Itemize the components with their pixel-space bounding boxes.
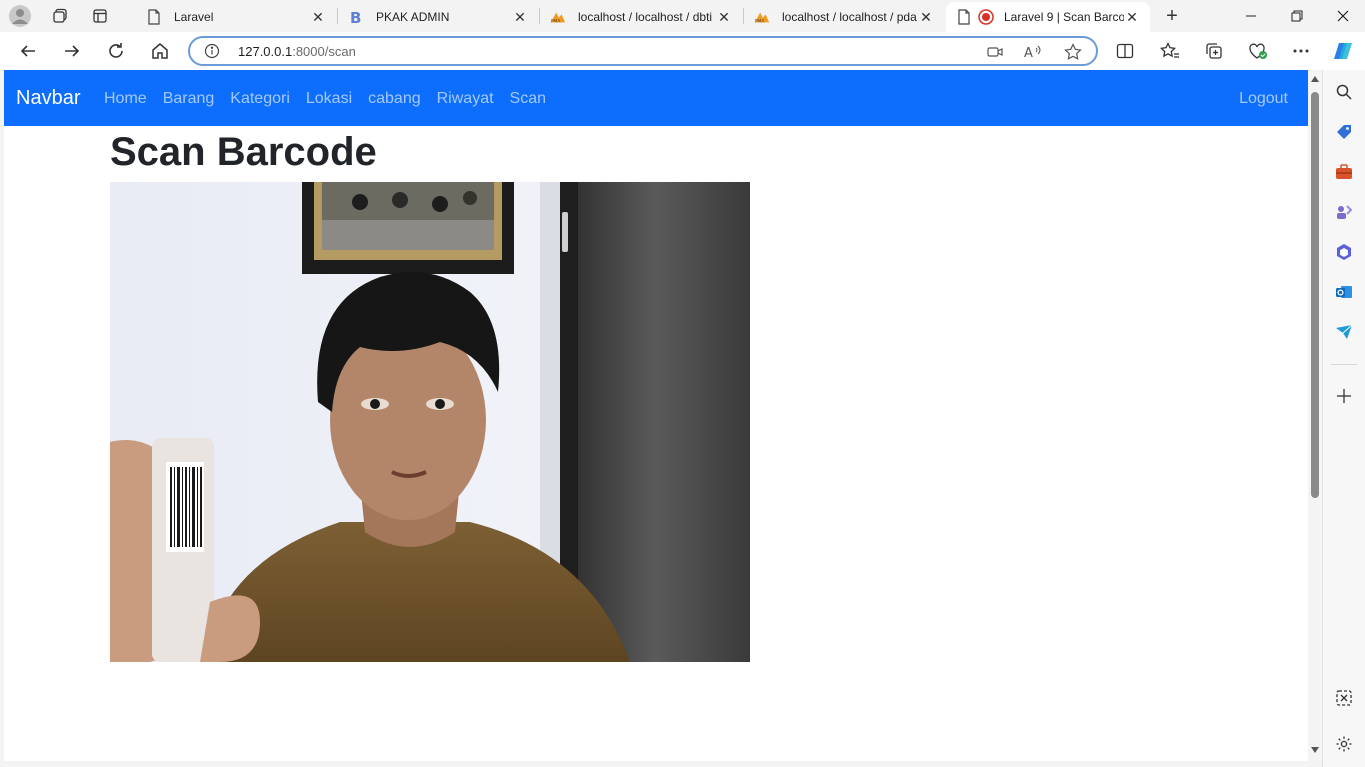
- screenshot-icon[interactable]: [1334, 688, 1354, 708]
- workspaces-icon[interactable]: [40, 0, 80, 32]
- new-tab-icon[interactable]: +: [1160, 4, 1184, 28]
- close-tab-icon[interactable]: ✕: [918, 9, 934, 25]
- url-text[interactable]: 127.0.0.1:8000/scan: [238, 44, 356, 59]
- copilot-icon[interactable]: [1331, 39, 1355, 63]
- reload-icon[interactable]: [102, 37, 130, 65]
- nav-link-kategori[interactable]: Kategori: [230, 89, 290, 109]
- tab-title: localhost / localhost / dbti: [578, 10, 713, 24]
- tab-title: localhost / localhost / pda: [782, 10, 917, 24]
- tab-title: Laravel 9 | Scan Barco: [1004, 10, 1124, 24]
- scroll-up-icon[interactable]: [1311, 76, 1319, 82]
- nav-link-scan[interactable]: Scan: [510, 89, 546, 109]
- nav-link-cabang[interactable]: cabang: [368, 89, 421, 109]
- nav-link-lokasi[interactable]: Lokasi: [306, 89, 352, 109]
- close-tab-icon[interactable]: ✕: [1124, 9, 1140, 25]
- browser-toolbar: 127.0.0.1:8000/scan A: [0, 32, 1365, 70]
- read-aloud-icon[interactable]: A: [1024, 43, 1042, 61]
- tab-title: Laravel: [174, 10, 214, 24]
- phpmyadmin-icon: PMA: [754, 9, 770, 25]
- microsoft-365-icon[interactable]: [1334, 242, 1354, 262]
- svg-text:A: A: [1024, 46, 1033, 59]
- close-tab-icon[interactable]: ✕: [716, 9, 732, 25]
- scroll-down-icon[interactable]: [1311, 747, 1319, 753]
- home-icon[interactable]: [146, 37, 174, 65]
- close-tab-icon[interactable]: ✕: [512, 9, 528, 25]
- back-icon[interactable]: [14, 37, 42, 65]
- navbar-brand[interactable]: Navbar: [16, 87, 80, 110]
- split-screen-icon[interactable]: [1113, 39, 1137, 63]
- shopping-tag-icon[interactable]: [1334, 122, 1354, 142]
- tab-5-active[interactable]: Laravel 9 | Scan Barco ✕: [946, 2, 1150, 32]
- tab-2[interactable]: B PKAK ADMIN ✕: [338, 2, 538, 32]
- nav-link-riwayat[interactable]: Riwayat: [437, 89, 494, 109]
- page-viewport: Navbar Home Barang Kategori Lokasi caban…: [4, 70, 1308, 761]
- bootstrap-b-icon: B: [348, 9, 364, 25]
- minimize-icon[interactable]: [1228, 0, 1274, 32]
- page-icon: [146, 9, 162, 25]
- nav-link-barang[interactable]: Barang: [163, 89, 215, 109]
- tab-1[interactable]: Laravel ✕: [136, 2, 336, 32]
- close-tab-icon[interactable]: ✕: [310, 9, 326, 25]
- svg-text:PMA: PMA: [551, 18, 561, 24]
- tab-strip: Laravel ✕ B PKAK ADMIN ✕ PMA localhost /…: [0, 0, 1365, 32]
- webcam-frame: [110, 182, 750, 662]
- nav-links: Home Barang Kategori Lokasi cabang Riway…: [104, 89, 562, 109]
- webcam-preview: [110, 182, 750, 662]
- outlook-icon[interactable]: [1334, 282, 1354, 302]
- page-scrollbar[interactable]: [1308, 70, 1322, 761]
- tools-briefcase-icon[interactable]: [1334, 162, 1354, 182]
- url-path: :8000/scan: [292, 44, 356, 59]
- tab-actions-icon[interactable]: [80, 0, 120, 32]
- phpmyadmin-icon: PMA: [550, 9, 566, 25]
- forward-icon[interactable]: [58, 37, 86, 65]
- svg-text:PMA: PMA: [755, 18, 765, 24]
- svg-text:B: B: [350, 9, 361, 25]
- nav-link-home[interactable]: Home: [104, 89, 147, 109]
- favorites-icon[interactable]: [1158, 39, 1182, 63]
- recording-icon: [978, 9, 994, 25]
- tab-3[interactable]: PMA localhost / localhost / dbti ✕: [540, 2, 742, 32]
- site-info-icon[interactable]: [204, 43, 220, 59]
- sidebar-settings-gear-icon[interactable]: [1334, 734, 1354, 754]
- logout-link[interactable]: Logout: [1239, 89, 1288, 109]
- collections-icon[interactable]: [1202, 39, 1226, 63]
- camera-in-use-icon[interactable]: [986, 43, 1004, 61]
- address-bar[interactable]: 127.0.0.1:8000/scan A: [188, 36, 1098, 66]
- edge-sidebar: [1322, 70, 1365, 767]
- restore-icon[interactable]: [1274, 0, 1320, 32]
- page-icon: [956, 9, 972, 25]
- page-title: Scan Barcode: [110, 130, 377, 174]
- profile-avatar-icon[interactable]: [0, 0, 40, 32]
- close-window-icon[interactable]: [1320, 0, 1365, 32]
- scrollbar-thumb[interactable]: [1311, 92, 1319, 498]
- tab-4[interactable]: PMA localhost / localhost / pda ✕: [744, 2, 944, 32]
- url-host: 127.0.0.1: [238, 44, 293, 59]
- favorite-star-icon[interactable]: [1064, 43, 1082, 61]
- browser-essentials-icon[interactable]: [1246, 39, 1270, 63]
- send-drop-icon[interactable]: [1334, 322, 1354, 342]
- app-navbar: Navbar Home Barang Kategori Lokasi caban…: [4, 70, 1308, 126]
- tab-title: PKAK ADMIN: [376, 10, 450, 24]
- more-menu-icon[interactable]: [1289, 39, 1313, 63]
- search-icon[interactable]: [1334, 82, 1354, 102]
- games-icon[interactable]: [1334, 202, 1354, 222]
- add-sidebar-app-icon[interactable]: [1334, 386, 1354, 406]
